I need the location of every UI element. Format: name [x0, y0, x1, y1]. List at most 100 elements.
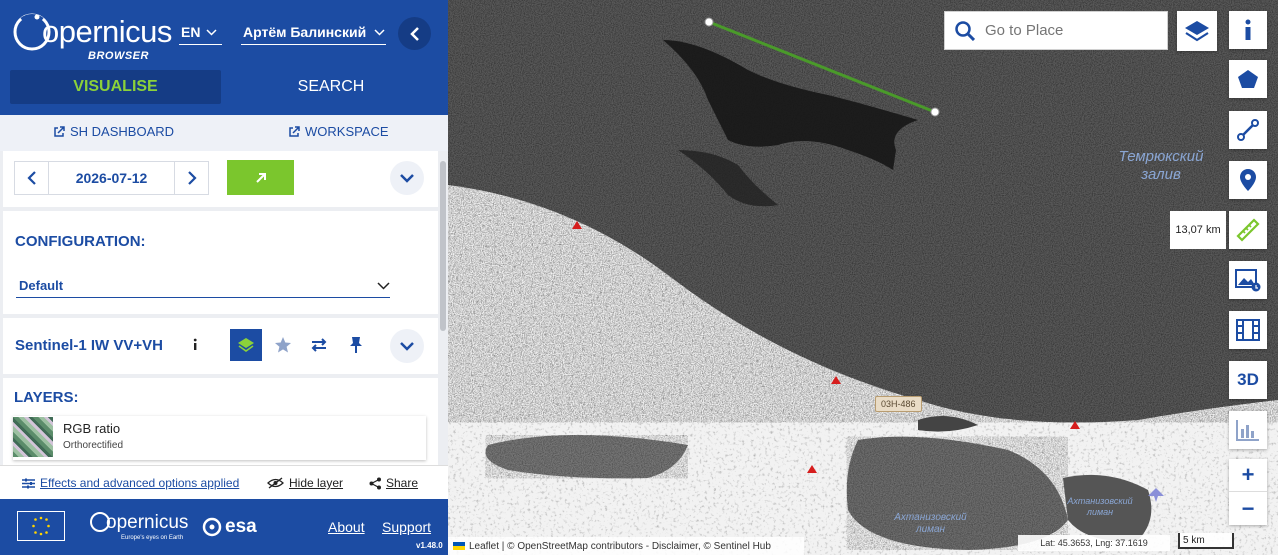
info-icon — [1245, 19, 1251, 40]
expand-date-options-button[interactable] — [390, 161, 424, 195]
statistics-button[interactable] — [1229, 411, 1267, 449]
apply-date-button[interactable] — [227, 160, 294, 195]
liman-label-left: Ахтанизовский лиман — [894, 512, 967, 535]
sliders-icon — [22, 478, 35, 488]
attribution-text[interactable]: Leaflet | © OpenStreetMap contributors -… — [469, 541, 771, 552]
chevron-down-icon — [400, 173, 414, 183]
effects-link[interactable]: Effects and advanced options applied — [22, 476, 239, 490]
chevron-left-icon — [409, 26, 419, 41]
road-badge: 03Н-486 — [875, 396, 922, 412]
tab-visualise[interactable]: VISUALISE — [10, 70, 221, 104]
swap-arrows-icon — [311, 338, 327, 352]
chevron-down-icon — [374, 28, 385, 36]
zoom-out-button[interactable]: − — [1229, 492, 1267, 525]
chevron-left-icon — [26, 171, 36, 185]
sidebar-panel: opernicus BROWSER EN Артём Балинский VIS… — [0, 0, 448, 555]
place-marker-button[interactable] — [1229, 161, 1267, 199]
zoom-in-button[interactable]: + — [1229, 459, 1267, 492]
share-label: Share — [386, 476, 419, 490]
image-export-icon — [1235, 269, 1261, 292]
compare-button[interactable] — [303, 329, 335, 361]
share-icon — [369, 477, 381, 489]
gulf-label: Темрюкский залив — [1118, 148, 1204, 183]
image-download-button[interactable] — [1229, 261, 1267, 299]
map-view[interactable]: Темрюкский залив Ахтанизовский лиман Ахт… — [448, 0, 1278, 555]
dataset-info-button[interactable] — [179, 329, 211, 361]
measure-distance-readout: 13,07 km — [1170, 211, 1226, 249]
share-link[interactable]: Share — [369, 476, 418, 490]
sh-dashboard-label: SH DASHBOARD — [70, 124, 175, 139]
sh-dashboard-link[interactable]: SH DASHBOARD — [53, 124, 174, 139]
about-link[interactable]: About — [328, 519, 365, 535]
eye-slash-icon — [267, 477, 284, 489]
logo-wordmark: opernicus — [42, 14, 172, 49]
user-menu[interactable]: Артём Балинский — [243, 24, 385, 40]
pin-button[interactable] — [340, 329, 372, 361]
layer-title: RGB ratio — [63, 421, 121, 436]
layers-icon — [1185, 21, 1209, 42]
collapse-panel-button[interactable] — [398, 17, 431, 50]
search-icon — [955, 20, 975, 41]
workspace-link[interactable]: WORKSPACE — [288, 124, 389, 139]
chevron-right-icon — [187, 171, 197, 185]
chevron-down-icon — [377, 281, 390, 290]
effects-label: Effects and advanced options applied — [40, 476, 240, 490]
draw-polygon-button[interactable] — [1229, 60, 1267, 98]
panel-header: opernicus BROWSER EN Артём Балинский VIS… — [0, 0, 448, 115]
info-icon — [185, 335, 205, 355]
3d-view-button[interactable]: 3D — [1229, 361, 1267, 399]
chevron-down-icon — [400, 341, 414, 351]
esa-logo[interactable]: esa — [202, 516, 257, 538]
tab-search[interactable]: SEARCH — [224, 70, 438, 104]
layers-switcher-button[interactable] — [1177, 11, 1217, 51]
layer-subtitle: Orthorectified — [63, 440, 124, 451]
zoom-controls: + − — [1229, 459, 1267, 525]
copernicus-browser-logo[interactable]: opernicus BROWSER — [12, 8, 172, 64]
layers-icon — [238, 338, 254, 352]
layers-toggle-button[interactable] — [230, 329, 262, 361]
pin-icon — [350, 337, 362, 353]
place-search-input[interactable] — [985, 22, 1155, 39]
next-date-button[interactable] — [174, 161, 209, 195]
user-name: Артём Балинский — [243, 24, 367, 40]
scrollbar-thumb[interactable] — [440, 161, 446, 331]
layer-thumbnail — [13, 417, 53, 457]
film-icon — [1236, 319, 1260, 341]
hide-layer-link[interactable]: Hide layer — [267, 476, 343, 490]
esa-logo-mark — [202, 517, 222, 537]
date-input[interactable]: 2026-07-12 — [48, 161, 175, 195]
language-underline — [179, 44, 222, 45]
app-version: v1.48.0 — [416, 541, 443, 550]
panel-scroll-area[interactable]: 2026-07-12 CONFIGURATION: Default Sentin… — [0, 151, 448, 496]
workspace-label: WORKSPACE — [305, 124, 389, 139]
expand-dataset-button[interactable] — [390, 329, 424, 363]
pentagon-icon — [1238, 70, 1258, 88]
user-underline — [241, 44, 386, 45]
liman-label-right: Ахтанизовский лиман — [1067, 496, 1133, 517]
copernicus-footer-logo[interactable]: opernicus Europe's eyes on Earth — [89, 509, 188, 545]
copernicus-tagline: Europe's eyes on Earth — [121, 535, 184, 541]
pin-favorite-button[interactable] — [267, 329, 299, 361]
measure-tool-button[interactable] — [1229, 211, 1267, 249]
configuration-select[interactable]: Default — [16, 274, 390, 298]
previous-date-button[interactable] — [14, 161, 49, 195]
map-scale: 5 km — [1178, 533, 1234, 549]
draw-line-button[interactable] — [1229, 111, 1267, 149]
timelapse-button[interactable] — [1229, 311, 1267, 349]
line-tool-icon — [1237, 119, 1259, 141]
layer-actions-bar: Effects and advanced options applied Hid… — [0, 465, 448, 499]
configuration-card: CONFIGURATION: Default — [3, 211, 438, 314]
hide-layer-label: Hide layer — [289, 476, 344, 490]
logo-subtitle: BROWSER — [88, 50, 149, 62]
info-button[interactable] — [1229, 11, 1267, 49]
external-link-icon — [54, 125, 65, 137]
language-select[interactable]: EN — [181, 24, 217, 40]
eu-flag-icon[interactable] — [17, 511, 65, 541]
arrow-up-right-icon — [255, 172, 266, 183]
sar-imagery — [448, 0, 1278, 555]
date-card: 2026-07-12 — [3, 151, 438, 207]
cursor-coordinates: Lat: 45.3653, Lng: 37.1619 — [1018, 535, 1170, 551]
place-search[interactable] — [944, 11, 1168, 50]
layer-item[interactable]: RGB ratio Orthorectified — [13, 416, 426, 460]
support-link[interactable]: Support — [382, 519, 431, 535]
